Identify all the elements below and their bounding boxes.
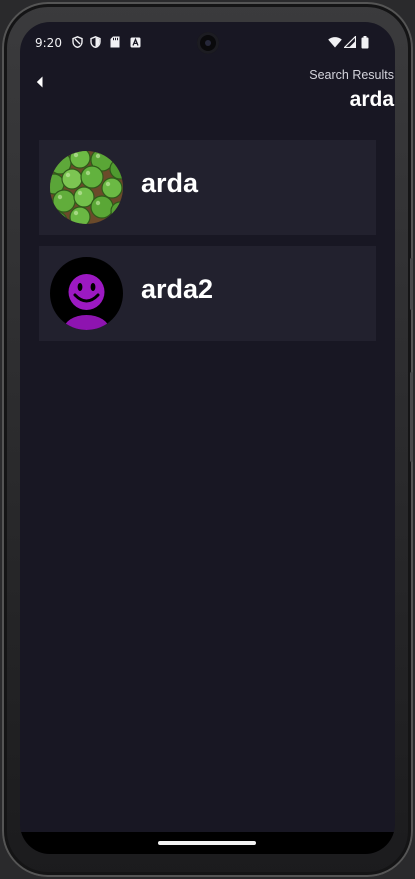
back-button[interactable]	[26, 68, 54, 96]
result-card-arda[interactable]: arda	[39, 140, 376, 235]
search-results-label: Search Results	[309, 68, 394, 82]
status-bar: 9:20	[20, 22, 395, 64]
result-username: arda2	[141, 274, 214, 304]
battery-icon	[358, 35, 372, 49]
avatar-green-grapes[interactable]	[50, 151, 123, 224]
result-username: arda	[141, 168, 199, 198]
home-indicator[interactable]	[158, 841, 256, 845]
shield-half-icon	[88, 35, 102, 49]
app-screen: 9:20 Search Results arda arda arda2	[20, 22, 395, 854]
cell-signal-icon	[343, 35, 357, 49]
avatar-purple-smiley[interactable]	[50, 257, 123, 330]
status-time: 9:20	[35, 36, 62, 50]
shield-outline-icon	[70, 35, 84, 49]
results-list: arda arda2	[39, 140, 376, 352]
result-card-arda2[interactable]: arda2	[39, 246, 376, 341]
front-camera	[197, 32, 219, 54]
search-query-title: arda	[349, 88, 394, 111]
volume-button	[410, 258, 413, 310]
phone-frame: 9:20 Search Results arda arda arda2	[2, 2, 413, 877]
back-arrow-icon	[36, 76, 43, 88]
navigation-bar	[20, 832, 395, 854]
sd-card-icon	[108, 35, 122, 49]
wifi-icon	[328, 35, 342, 49]
font-a-icon	[128, 35, 142, 49]
power-button	[410, 372, 413, 462]
